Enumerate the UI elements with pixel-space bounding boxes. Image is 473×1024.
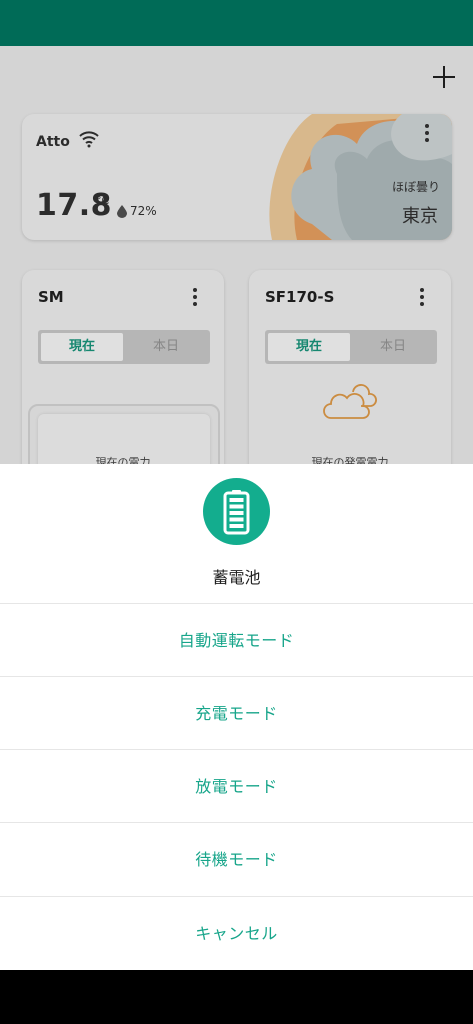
discharge-mode-option[interactable]: 放電モード bbox=[0, 749, 473, 823]
navigation-bar bbox=[0, 970, 473, 1024]
sheet-title: 蓄電池 bbox=[212, 568, 261, 587]
battery-icon bbox=[203, 478, 270, 545]
cancel-option[interactable]: キャンセル bbox=[0, 896, 473, 970]
charge-mode-option[interactable]: 充電モード bbox=[0, 676, 473, 750]
auto-mode-option[interactable]: 自動運転モード bbox=[0, 603, 473, 677]
mode-bottom-sheet: 蓄電池 自動運転モード 充電モード 放電モード 待機モード キャンセル bbox=[0, 464, 473, 970]
standby-mode-option[interactable]: 待機モード bbox=[0, 822, 473, 896]
